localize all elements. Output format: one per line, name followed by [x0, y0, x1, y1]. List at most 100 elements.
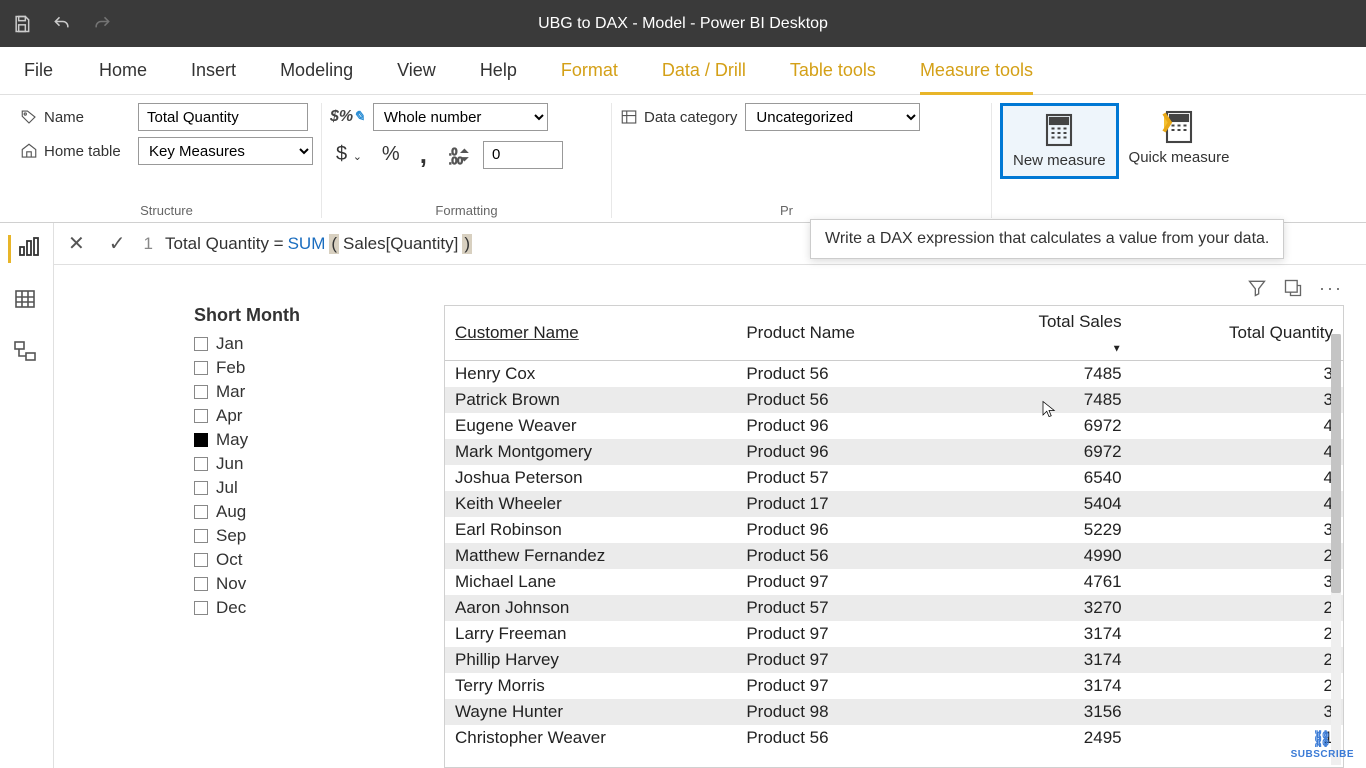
comma-button[interactable]: , [414, 137, 433, 172]
decimals-input[interactable] [483, 141, 563, 169]
table-cell: Wayne Hunter [445, 699, 736, 725]
format-icon: $%✎ [330, 108, 365, 126]
tab-format[interactable]: Format [539, 47, 640, 95]
table-row[interactable]: Mark MontgomeryProduct 9669724 [445, 439, 1343, 465]
table-cell: 4990 [956, 543, 1132, 569]
table-cell: 2 [1132, 673, 1343, 699]
table-cell: Product 56 [736, 361, 955, 388]
currency-button[interactable]: $ ⌄ [330, 141, 368, 168]
table-cell: 5229 [956, 517, 1132, 543]
percent-button[interactable]: % [376, 141, 406, 168]
slicer-item[interactable]: Jan [194, 332, 394, 356]
checkbox-icon[interactable] [194, 505, 208, 519]
slicer-item-label: Sep [216, 526, 246, 546]
table-row[interactable]: Matthew FernandezProduct 5649902 [445, 543, 1343, 569]
slicer-item[interactable]: Sep [194, 524, 394, 548]
decimal-button[interactable]: .0.00 [441, 142, 475, 168]
table-cell: Product 96 [736, 517, 955, 543]
table-scrollbar[interactable] [1331, 334, 1341, 765]
tab-insert[interactable]: Insert [169, 47, 258, 95]
checkbox-icon[interactable] [194, 385, 208, 399]
data-view-icon[interactable] [13, 287, 41, 315]
table-row[interactable]: Joshua PetersonProduct 5765404 [445, 465, 1343, 491]
tab-help[interactable]: Help [458, 47, 539, 95]
table-row[interactable]: Phillip HarveyProduct 9731742 [445, 647, 1343, 673]
tab-modeling[interactable]: Modeling [258, 47, 375, 95]
slicer-item[interactable]: Nov [194, 572, 394, 596]
checkbox-icon[interactable] [194, 553, 208, 567]
measure-name-input[interactable] [138, 103, 308, 131]
slicer-item[interactable]: Feb [194, 356, 394, 380]
hometable-select[interactable]: Key Measures [138, 137, 313, 165]
table-row[interactable]: Keith WheelerProduct 1754044 [445, 491, 1343, 517]
col-totalqty[interactable]: Total Quantity [1132, 306, 1343, 361]
model-view-icon[interactable] [13, 339, 41, 367]
save-icon[interactable] [12, 14, 32, 34]
table-row[interactable]: Christopher WeaverProduct 5624951 [445, 725, 1343, 751]
table-row[interactable]: Michael LaneProduct 9747613 [445, 569, 1343, 595]
ribbon: Name Home table Key Measures Structure $… [0, 95, 1366, 223]
slicer-item[interactable]: Aug [194, 500, 394, 524]
checkbox-icon[interactable] [194, 361, 208, 375]
tab-view[interactable]: View [375, 47, 458, 95]
table-row[interactable]: Patrick BrownProduct 5674853 [445, 387, 1343, 413]
slicer-item[interactable]: Apr [194, 404, 394, 428]
tab-file[interactable]: File [0, 47, 77, 95]
col-customer[interactable]: Customer Name [445, 306, 736, 361]
checkbox-icon[interactable] [194, 409, 208, 423]
table-cell: 2 [1132, 621, 1343, 647]
table-cell: Henry Cox [445, 361, 736, 388]
table-cell: 6540 [956, 465, 1132, 491]
table-row[interactable]: Wayne HunterProduct 9831563 [445, 699, 1343, 725]
slicer-item[interactable]: Dec [194, 596, 394, 620]
focus-icon[interactable] [1283, 278, 1303, 299]
cancel-formula-icon[interactable]: ✕ [62, 229, 91, 258]
more-icon[interactable]: ··· [1319, 278, 1343, 299]
redo-icon[interactable] [92, 14, 112, 34]
table-cell: 2 [1132, 595, 1343, 621]
slicer-item[interactable]: Oct [194, 548, 394, 572]
table-cell: Product 97 [736, 569, 955, 595]
slicer-item[interactable]: Jul [194, 476, 394, 500]
hometable-label: Home table [20, 142, 130, 160]
table-row[interactable]: Eugene WeaverProduct 9669724 [445, 413, 1343, 439]
tab-tabletools[interactable]: Table tools [768, 47, 898, 95]
quick-measure-button[interactable]: Quick measure [1119, 103, 1240, 173]
table-cell: 4 [1132, 413, 1343, 439]
table-row[interactable]: Henry CoxProduct 5674853 [445, 361, 1343, 388]
tab-datadrill[interactable]: Data / Drill [640, 47, 768, 95]
undo-icon[interactable] [52, 14, 72, 34]
title-bar: UBG to DAX - Model - Power BI Desktop [0, 0, 1366, 47]
checkbox-icon[interactable] [194, 601, 208, 615]
month-slicer[interactable]: Short Month JanFebMarAprMayJunJulAugSepO… [194, 305, 394, 768]
table-row[interactable]: Larry FreemanProduct 9731742 [445, 621, 1343, 647]
slicer-item[interactable]: Jun [194, 452, 394, 476]
checkbox-icon[interactable] [194, 433, 208, 447]
filter-icon[interactable] [1247, 278, 1267, 299]
new-measure-button[interactable]: New measure [1000, 103, 1119, 179]
format-select[interactable]: Whole number [373, 103, 548, 131]
table-row[interactable]: Aaron JohnsonProduct 5732702 [445, 595, 1343, 621]
col-totalsales[interactable]: Total Sales▼ [956, 306, 1132, 361]
table-row[interactable]: Earl RobinsonProduct 9652293 [445, 517, 1343, 543]
report-view-icon[interactable] [8, 235, 36, 263]
checkbox-icon[interactable] [194, 457, 208, 471]
checkbox-icon[interactable] [194, 529, 208, 543]
formatting-label: Formatting [330, 199, 603, 218]
tab-home[interactable]: Home [77, 47, 169, 95]
table-visual[interactable]: ··· Customer Name Product Name Total Sal… [444, 305, 1344, 768]
commit-formula-icon[interactable]: ✓ [103, 229, 132, 258]
checkbox-icon[interactable] [194, 481, 208, 495]
slicer-item[interactable]: May [194, 428, 394, 452]
table-cell: Product 97 [736, 621, 955, 647]
table-cell: Product 17 [736, 491, 955, 517]
datacategory-select[interactable]: Uncategorized [745, 103, 920, 131]
slicer-item[interactable]: Mar [194, 380, 394, 404]
col-product[interactable]: Product Name [736, 306, 955, 361]
checkbox-icon[interactable] [194, 337, 208, 351]
table-cell: 6972 [956, 439, 1132, 465]
table-row[interactable]: Terry MorrisProduct 9731742 [445, 673, 1343, 699]
tab-measuretools[interactable]: Measure tools [898, 47, 1055, 95]
formula-editor[interactable]: 1 Total Quantity = SUM( Sales[Quantity] … [144, 234, 472, 254]
checkbox-icon[interactable] [194, 577, 208, 591]
